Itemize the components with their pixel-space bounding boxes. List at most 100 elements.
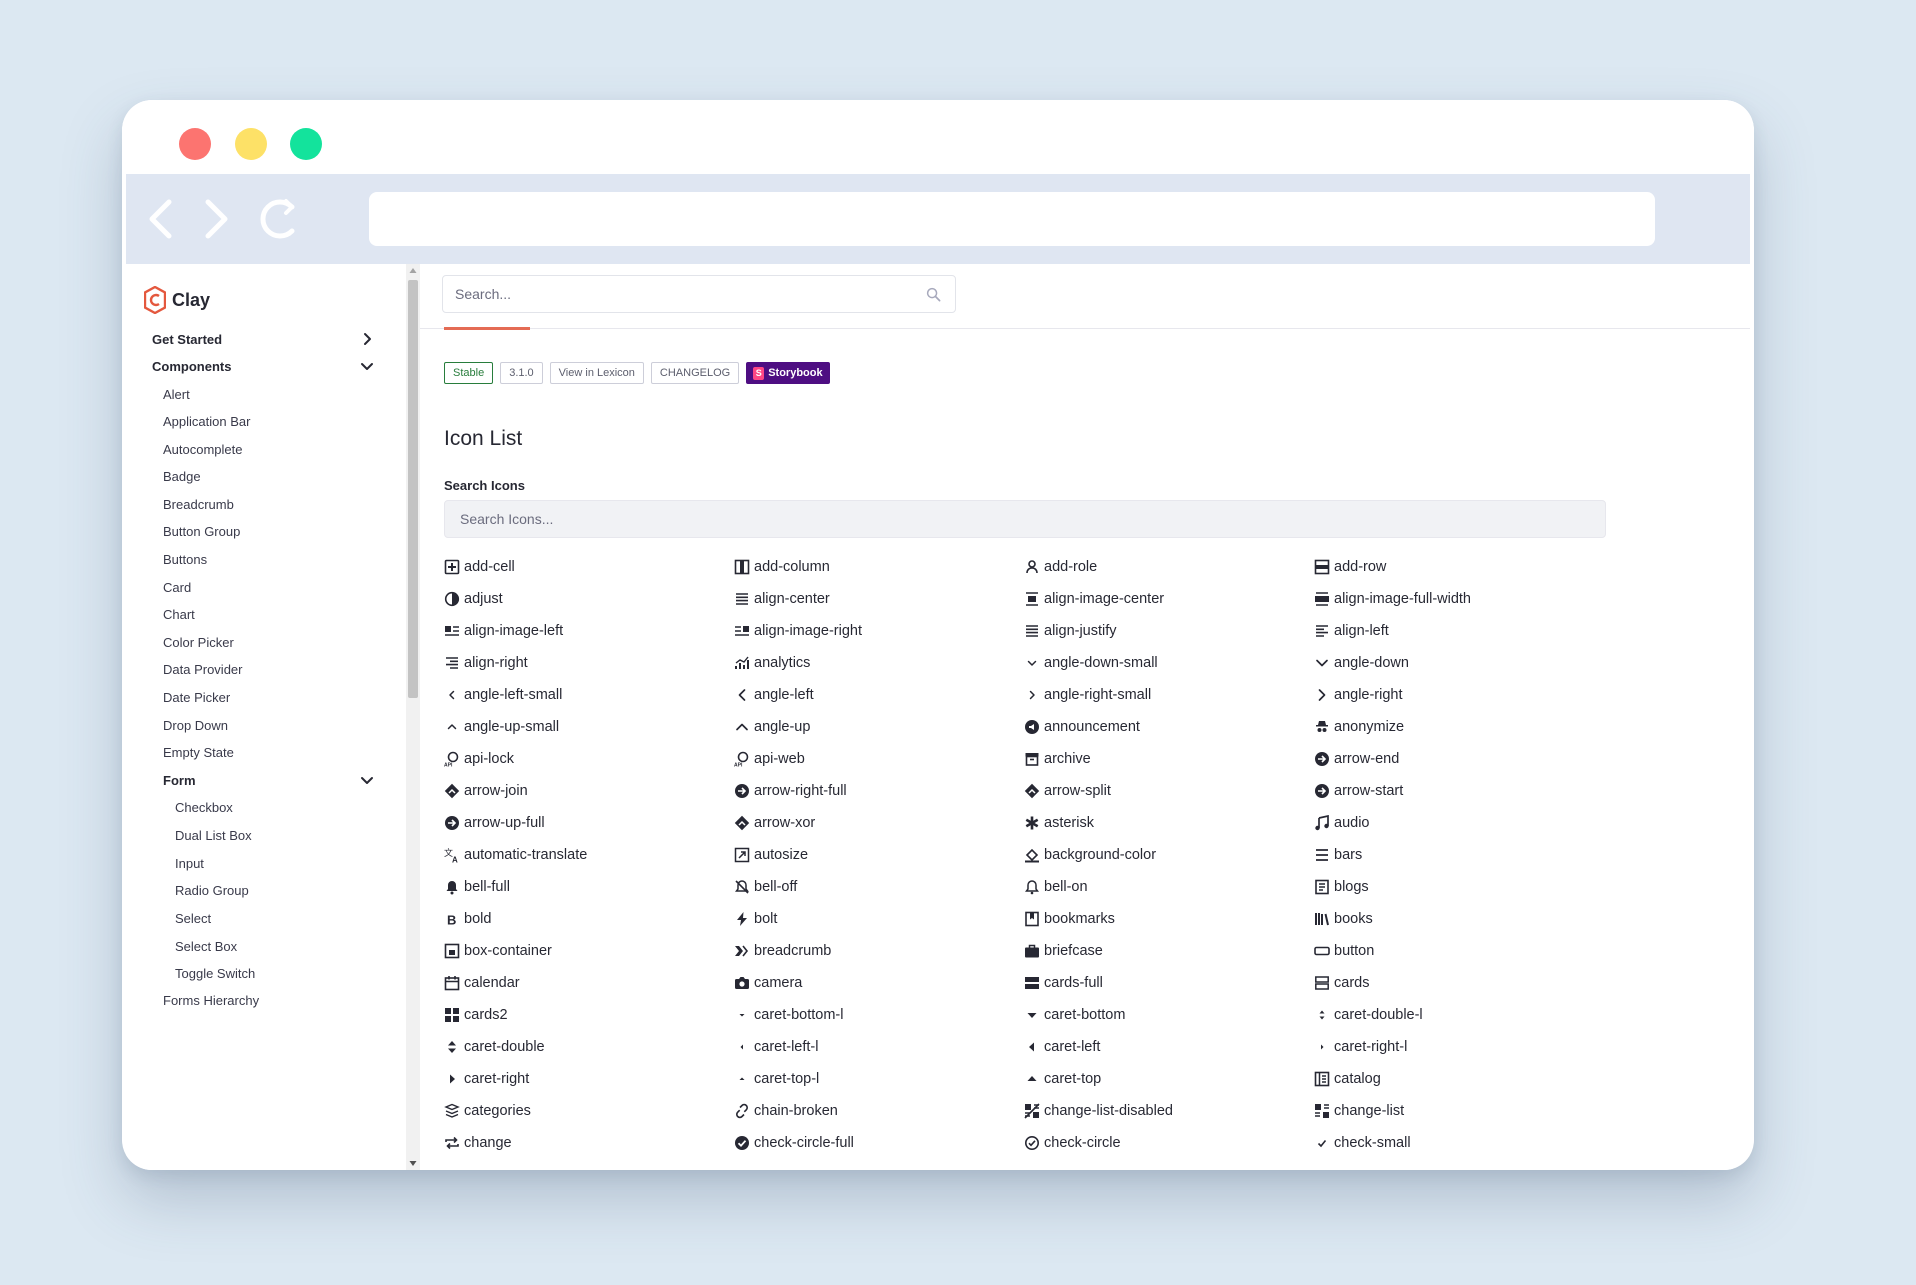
- icon-item-arrow-join[interactable]: arrow-join: [444, 775, 734, 807]
- icon-item-catalog[interactable]: catalog: [1314, 1063, 1604, 1095]
- icon-item-bell-on[interactable]: bell-on: [1024, 871, 1314, 903]
- sidebar-item-breadcrumb[interactable]: Breadcrumb: [126, 489, 396, 519]
- icon-item-caret-top-l[interactable]: caret-top-l: [734, 1063, 1024, 1095]
- minimize-window-button[interactable]: [235, 128, 267, 160]
- icon-item-archive[interactable]: archive: [1024, 743, 1314, 775]
- icon-item-align-image-center[interactable]: align-image-center: [1024, 583, 1314, 615]
- icon-item-bars[interactable]: bars: [1314, 839, 1604, 871]
- search-icon[interactable]: [926, 287, 941, 302]
- sidebar-item-select[interactable]: Select: [126, 903, 396, 933]
- icon-item-angle-up-small[interactable]: angle-up-small: [444, 711, 734, 743]
- icon-item-cards2[interactable]: cards2: [444, 999, 734, 1031]
- icon-item-caret-bottom-l[interactable]: caret-bottom-l: [734, 999, 1024, 1031]
- icon-item-add-column[interactable]: add-column: [734, 551, 1024, 583]
- address-bar[interactable]: [369, 192, 1655, 246]
- icon-search-input[interactable]: [445, 501, 1605, 537]
- sidebar-item-select-box[interactable]: Select Box: [126, 931, 396, 961]
- icon-item-adjust[interactable]: adjust: [444, 583, 734, 615]
- icon-item-angle-down-small[interactable]: angle-down-small: [1024, 647, 1314, 679]
- icon-item-arrow-right-full[interactable]: arrow-right-full: [734, 775, 1024, 807]
- icon-item-check-small[interactable]: check-small: [1314, 1127, 1604, 1159]
- clay-logo[interactable]: Clay: [144, 286, 210, 314]
- icon-item-align-image-right[interactable]: align-image-right: [734, 615, 1024, 647]
- icon-item-asterisk[interactable]: asterisk: [1024, 807, 1314, 839]
- icon-item-analytics[interactable]: analytics: [734, 647, 1024, 679]
- back-button[interactable]: [139, 196, 185, 242]
- icon-item-align-image-left[interactable]: align-image-left: [444, 615, 734, 647]
- reload-button[interactable]: [256, 196, 302, 242]
- scroll-down-button[interactable]: [406, 1156, 420, 1170]
- sidebar-item-form[interactable]: Form: [126, 765, 396, 795]
- icon-item-bookmarks[interactable]: bookmarks: [1024, 903, 1314, 935]
- icon-item-cards[interactable]: cards: [1314, 967, 1604, 999]
- scroll-thumb[interactable]: [408, 280, 418, 698]
- sidebar-item-drop-down[interactable]: Drop Down: [126, 710, 396, 740]
- forward-button[interactable]: [192, 196, 238, 242]
- site-search-input[interactable]: [443, 276, 895, 312]
- sidebar-item-date-picker[interactable]: Date Picker: [126, 682, 396, 712]
- changelog-link[interactable]: CHANGELOG: [650, 362, 740, 384]
- icon-item-bell-off[interactable]: bell-off: [734, 871, 1024, 903]
- icon-item-angle-left-small[interactable]: angle-left-small: [444, 679, 734, 711]
- icon-item-angle-right-small[interactable]: angle-right-small: [1024, 679, 1314, 711]
- icon-item-align-right[interactable]: align-right: [444, 647, 734, 679]
- icon-item-align-left[interactable]: align-left: [1314, 615, 1604, 647]
- icon-item-align-center[interactable]: align-center: [734, 583, 1024, 615]
- sidebar-item-color-picker[interactable]: Color Picker: [126, 627, 396, 657]
- sidebar-item-button-group[interactable]: Button Group: [126, 516, 396, 546]
- icon-item-calendar[interactable]: calendar: [444, 967, 734, 999]
- icon-item-caret-left[interactable]: caret-left: [1024, 1031, 1314, 1063]
- icon-item-angle-down[interactable]: angle-down: [1314, 647, 1604, 679]
- icon-item-breadcrumb[interactable]: breadcrumb: [734, 935, 1024, 967]
- icon-item-angle-left[interactable]: angle-left: [734, 679, 1024, 711]
- view-in-lexicon-link[interactable]: View in Lexicon: [549, 362, 644, 384]
- icon-item-arrow-end[interactable]: arrow-end: [1314, 743, 1604, 775]
- icon-item-blogs[interactable]: blogs: [1314, 871, 1604, 903]
- icon-item-chain-broken[interactable]: chain-broken: [734, 1095, 1024, 1127]
- sidebar-item-empty-state[interactable]: Empty State: [126, 737, 396, 767]
- sidebar-item-components[interactable]: Components: [126, 351, 396, 381]
- icon-item-arrow-start[interactable]: arrow-start: [1314, 775, 1604, 807]
- icon-item-bell-full[interactable]: bell-full: [444, 871, 734, 903]
- icon-item-categories[interactable]: categories: [444, 1095, 734, 1127]
- sidebar-item-buttons[interactable]: Buttons: [126, 544, 396, 574]
- sidebar-item-badge[interactable]: Badge: [126, 461, 396, 491]
- sidebar-item-dual-list-box[interactable]: Dual List Box: [126, 820, 396, 850]
- icon-item-align-justify[interactable]: align-justify: [1024, 615, 1314, 647]
- icon-item-arrow-up-full[interactable]: arrow-up-full: [444, 807, 734, 839]
- sidebar-item-toggle-switch[interactable]: Toggle Switch: [126, 958, 396, 988]
- icon-item-background-color[interactable]: background-color: [1024, 839, 1314, 871]
- icon-item-angle-up[interactable]: angle-up: [734, 711, 1024, 743]
- maximize-window-button[interactable]: [290, 128, 322, 160]
- icon-item-caret-bottom[interactable]: caret-bottom: [1024, 999, 1314, 1031]
- sidebar-item-get-started[interactable]: Get Started: [126, 324, 396, 354]
- icon-item-change-list[interactable]: change-list: [1314, 1095, 1604, 1127]
- icon-item-books[interactable]: books: [1314, 903, 1604, 935]
- icon-item-button[interactable]: button: [1314, 935, 1604, 967]
- icon-item-check-circle-full[interactable]: check-circle-full: [734, 1127, 1024, 1159]
- icon-item-api-lock[interactable]: API api-lock: [444, 743, 734, 775]
- icon-item-align-image-full-width[interactable]: align-image-full-width: [1314, 583, 1604, 615]
- icon-item-add-role[interactable]: add-role: [1024, 551, 1314, 583]
- icon-item-arrow-xor[interactable]: arrow-xor: [734, 807, 1024, 839]
- icon-item-camera[interactable]: camera: [734, 967, 1024, 999]
- icon-item-audio[interactable]: audio: [1314, 807, 1604, 839]
- icon-item-automatic-translate[interactable]: 文 Aautomatic-translate: [444, 839, 734, 871]
- chevron-right-icon[interactable]: [360, 332, 374, 346]
- sidebar-item-application-bar[interactable]: Application Bar: [126, 406, 396, 436]
- icon-item-change[interactable]: change: [444, 1127, 734, 1159]
- icon-item-box-container[interactable]: box-container: [444, 935, 734, 967]
- sidebar-item-chart[interactable]: Chart: [126, 599, 396, 629]
- icon-item-anonymize[interactable]: anonymize: [1314, 711, 1604, 743]
- icon-item-briefcase[interactable]: briefcase: [1024, 935, 1314, 967]
- icon-item-angle-right[interactable]: angle-right: [1314, 679, 1604, 711]
- chevron-down-icon[interactable]: [360, 359, 374, 373]
- icon-item-caret-double-l[interactable]: caret-double-l: [1314, 999, 1604, 1031]
- icon-item-caret-right-l[interactable]: caret-right-l: [1314, 1031, 1604, 1063]
- chevron-down-icon[interactable]: [360, 773, 374, 787]
- icon-item-add-row[interactable]: add-row: [1314, 551, 1604, 583]
- icon-item-arrow-split[interactable]: arrow-split: [1024, 775, 1314, 807]
- close-window-button[interactable]: [179, 128, 211, 160]
- sidebar-item-autocomplete[interactable]: Autocomplete: [126, 434, 396, 464]
- sidebar-item-checkbox[interactable]: Checkbox: [126, 792, 396, 822]
